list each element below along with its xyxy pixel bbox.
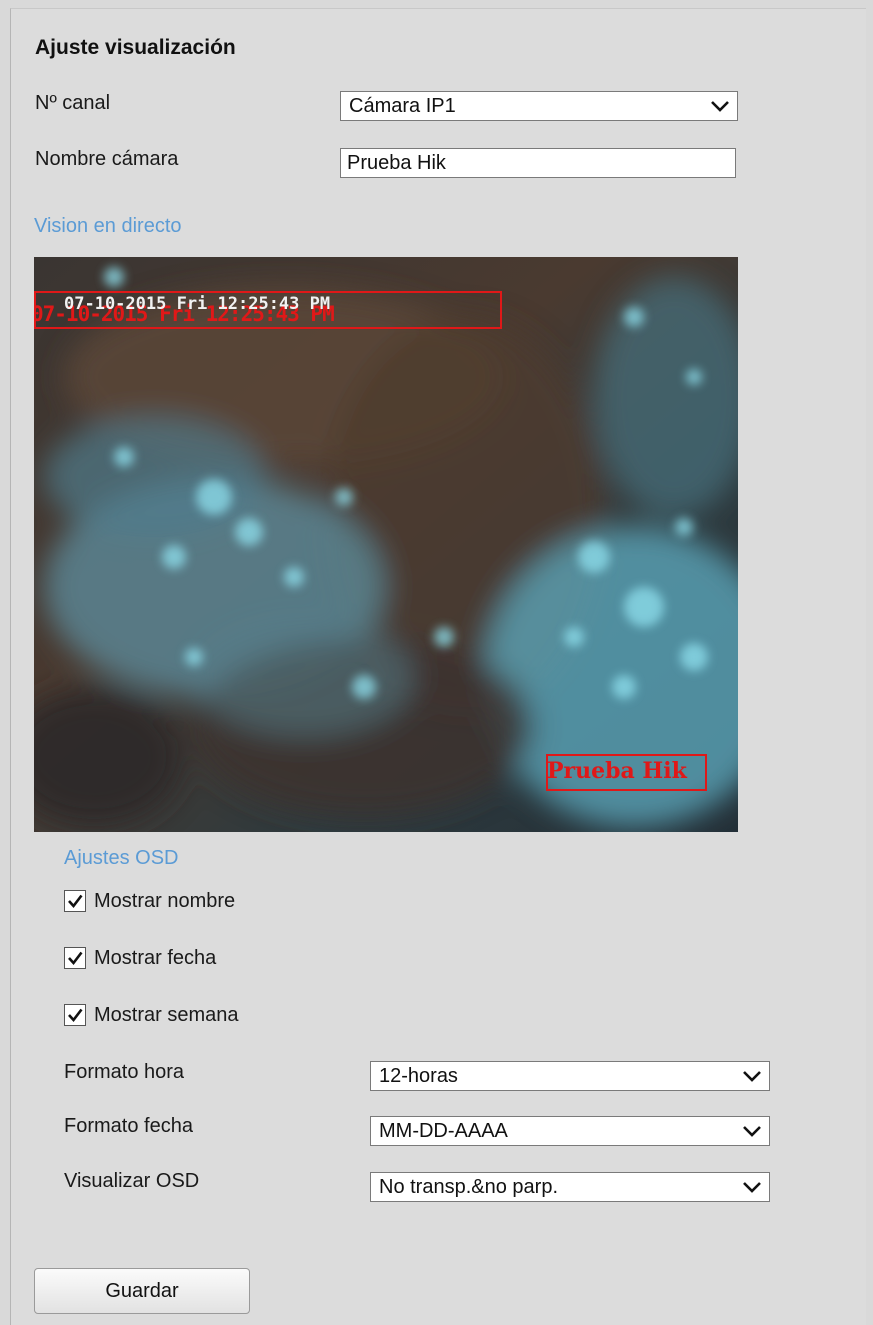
date-format-select[interactable]: MM-DD-AAAA: [370, 1116, 770, 1146]
save-button[interactable]: Guardar: [34, 1268, 250, 1314]
display-mode-label: Visualizar OSD: [64, 1170, 200, 1192]
display-mode-select[interactable]: No transp.&no parp.: [370, 1172, 770, 1202]
section-title: Ajuste visualización: [35, 36, 236, 59]
camera-name-label: Nombre cámara: [35, 148, 179, 170]
checkmark-icon: [68, 894, 83, 909]
chevron-down-icon: [743, 1071, 761, 1082]
channel-select-value: Cámara IP1: [349, 95, 456, 117]
show-name-label: Mostrar nombre: [94, 889, 236, 912]
osd-name-text: Prueba Hik: [547, 758, 687, 784]
checkmark-icon: [68, 951, 83, 966]
show-date-label: Mostrar fecha: [94, 946, 217, 969]
show-date-checkbox[interactable]: [64, 947, 86, 969]
live-view-title: Vision en directo: [34, 215, 182, 237]
chevron-down-icon: [711, 101, 729, 112]
display-mode-value: No transp.&no parp.: [379, 1176, 558, 1198]
show-week-row[interactable]: Mostrar semana: [64, 1002, 239, 1028]
time-format-value: 12-horas: [379, 1065, 458, 1087]
chevron-down-icon: [743, 1182, 761, 1193]
channel-select[interactable]: Cámara IP1: [340, 91, 738, 121]
time-format-label: Formato hora: [64, 1061, 185, 1083]
live-video-preview: 07-10-2015 Fri 12:25:43 PM 07-10-2015 Fr…: [34, 257, 738, 832]
checkmark-icon: [68, 1008, 83, 1023]
camera-name-input[interactable]: Prueba Hik: [340, 148, 736, 178]
camera-frame-image: [34, 257, 738, 832]
date-format-value: MM-DD-AAAA: [379, 1120, 508, 1142]
time-format-select[interactable]: 12-horas: [370, 1061, 770, 1091]
show-name-row[interactable]: Mostrar nombre: [64, 888, 235, 914]
show-name-checkbox[interactable]: [64, 890, 86, 912]
osd-datetime-text: 07-10-2015 Fri 12:25:43 PM: [64, 294, 331, 314]
chevron-down-icon: [743, 1126, 761, 1137]
show-week-checkbox[interactable]: [64, 1004, 86, 1026]
osd-settings-title: Ajustes OSD: [64, 847, 179, 869]
channel-label: Nº canal: [35, 92, 111, 114]
show-week-label: Mostrar semana: [94, 1003, 239, 1026]
show-date-row[interactable]: Mostrar fecha: [64, 945, 216, 971]
date-format-label: Formato fecha: [64, 1115, 193, 1137]
